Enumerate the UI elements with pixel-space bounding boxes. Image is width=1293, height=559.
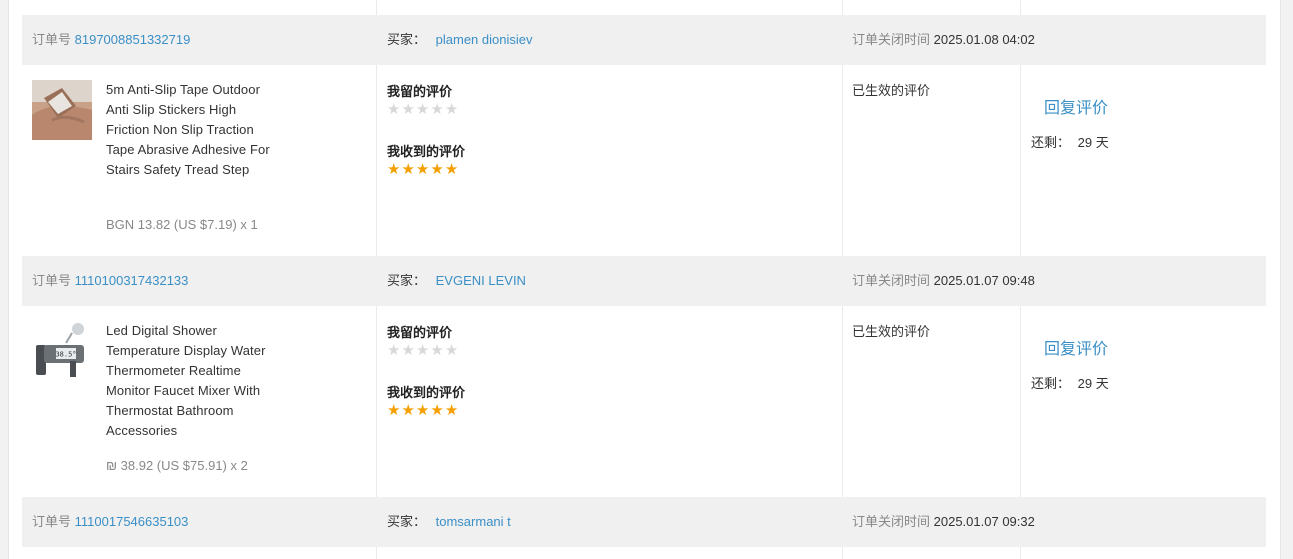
order-id-link[interactable]: 8197008851332719 bbox=[75, 32, 191, 47]
star-empty-icon: ★ bbox=[415, 101, 430, 118]
my-review-stars: ★ ★ ★ ★ ★ bbox=[387, 343, 458, 359]
remaining-days: 29 天 bbox=[1077, 135, 1109, 150]
close-time-label: 订单关闭时间 bbox=[852, 514, 931, 529]
received-review-stars: ★ ★ ★ ★ ★ bbox=[387, 403, 458, 419]
buyer: 买家： tomsarmani t bbox=[387, 497, 511, 547]
received-review-label: 我收到的评价 bbox=[387, 385, 466, 400]
shower-thermometer-icon[interactable]: 38.5° bbox=[32, 321, 92, 381]
product-price: BGN 13.82 (US $7.19) x 1 bbox=[106, 217, 258, 232]
star-full-icon: ★ bbox=[387, 402, 401, 419]
order-header: 订单号 8197008851332719 买家： plamen dionisie… bbox=[22, 15, 1266, 65]
star-empty-icon: ★ bbox=[401, 342, 415, 359]
order-number: 订单号 1110017546635103 bbox=[32, 497, 188, 547]
close-time: 订单关闭时间 2025.01.08 04:02 bbox=[852, 15, 1035, 65]
star-full-icon: ★ bbox=[430, 402, 444, 419]
remaining-time: 还剩： 29 天 bbox=[1031, 132, 1109, 151]
close-time: 订单关闭时间 2025.01.07 09:32 bbox=[852, 497, 1035, 547]
star-empty-icon: ★ bbox=[430, 342, 444, 359]
review-status: 已生效的评价 bbox=[852, 83, 931, 98]
thermometer-display: 38.5° bbox=[55, 351, 76, 359]
order-body bbox=[22, 547, 1266, 559]
star-full-icon: ★ bbox=[387, 161, 401, 178]
previous-order-body bbox=[22, 0, 1266, 15]
order-header: 订单号 1110100317432133 买家： EVGENI LEVIN 订单… bbox=[22, 256, 1266, 306]
buyer: 买家： EVGENI LEVIN bbox=[387, 256, 526, 306]
close-time-value: 2025.01.08 04:02 bbox=[933, 32, 1035, 47]
star-empty-icon: ★ bbox=[415, 342, 430, 359]
star-full-icon: ★ bbox=[430, 161, 444, 178]
star-full-icon: ★ bbox=[415, 161, 430, 178]
anti-slip-tape-icon[interactable] bbox=[32, 80, 92, 140]
buyer-link[interactable]: tomsarmani t bbox=[436, 514, 511, 529]
remaining-label: 还剩： bbox=[1031, 376, 1071, 391]
close-time: 订单关闭时间 2025.01.07 09:48 bbox=[852, 256, 1035, 306]
star-full-icon: ★ bbox=[415, 402, 430, 419]
buyer-label: 买家： bbox=[387, 273, 427, 288]
remaining-label: 还剩： bbox=[1031, 135, 1071, 150]
close-time-value: 2025.01.07 09:32 bbox=[933, 514, 1035, 529]
star-empty-icon: ★ bbox=[430, 101, 444, 118]
buyer: 买家： plamen dionisiev bbox=[387, 15, 532, 65]
close-time-value: 2025.01.07 09:48 bbox=[933, 273, 1035, 288]
star-empty-icon: ★ bbox=[401, 101, 415, 118]
close-time-label: 订单关闭时间 bbox=[852, 273, 931, 288]
star-full-icon: ★ bbox=[444, 161, 459, 178]
star-empty-icon: ★ bbox=[387, 342, 401, 359]
order-body: 38.5° Led Digital Shower Temperature Dis… bbox=[22, 306, 1266, 497]
my-review-label: 我留的评价 bbox=[387, 325, 453, 340]
order-body: 5m Anti-Slip Tape Outdoor Anti Slip Stic… bbox=[22, 65, 1266, 256]
star-empty-icon: ★ bbox=[387, 101, 401, 118]
buyer-label: 买家： bbox=[387, 514, 427, 529]
buyer-link[interactable]: plamen dionisiev bbox=[436, 32, 533, 47]
star-empty-icon: ★ bbox=[444, 342, 459, 359]
review-status: 已生效的评价 bbox=[852, 324, 931, 339]
order-id-link[interactable]: 1110100317432133 bbox=[75, 273, 189, 288]
my-review-stars: ★ ★ ★ ★ ★ bbox=[387, 102, 458, 118]
remaining-days: 29 天 bbox=[1077, 376, 1109, 391]
order-number: 订单号 1110100317432133 bbox=[32, 256, 188, 306]
reply-review-button[interactable]: 回复评价 bbox=[1044, 94, 1108, 118]
star-full-icon: ★ bbox=[401, 402, 415, 419]
product-price: ₪ 38.92 (US $75.91) x 2 bbox=[106, 458, 248, 473]
product-name-link[interactable]: Led Digital Shower Temperature Display W… bbox=[106, 321, 282, 441]
order-header: 订单号 1110017546635103 买家： tomsarmani t 订单… bbox=[22, 497, 1266, 547]
star-full-icon: ★ bbox=[444, 402, 459, 419]
order-number-label: 订单号 bbox=[32, 273, 72, 288]
order-number: 订单号 8197008851332719 bbox=[32, 15, 190, 65]
remaining-time: 还剩： 29 天 bbox=[1031, 373, 1109, 392]
order-id-link[interactable]: 1110017546635103 bbox=[75, 514, 189, 529]
reply-review-button[interactable]: 回复评价 bbox=[1044, 335, 1108, 359]
buyer-link[interactable]: EVGENI LEVIN bbox=[436, 273, 526, 288]
my-review-label: 我留的评价 bbox=[387, 84, 453, 99]
product-name-link[interactable]: 5m Anti-Slip Tape Outdoor Anti Slip Stic… bbox=[106, 80, 282, 180]
order-number-label: 订单号 bbox=[32, 32, 72, 47]
star-empty-icon: ★ bbox=[444, 101, 459, 118]
close-time-label: 订单关闭时间 bbox=[852, 32, 931, 47]
buyer-label: 买家： bbox=[387, 32, 427, 47]
received-review-label: 我收到的评价 bbox=[387, 144, 466, 159]
received-review-stars: ★ ★ ★ ★ ★ bbox=[387, 162, 458, 178]
order-number-label: 订单号 bbox=[32, 514, 72, 529]
star-full-icon: ★ bbox=[401, 161, 415, 178]
